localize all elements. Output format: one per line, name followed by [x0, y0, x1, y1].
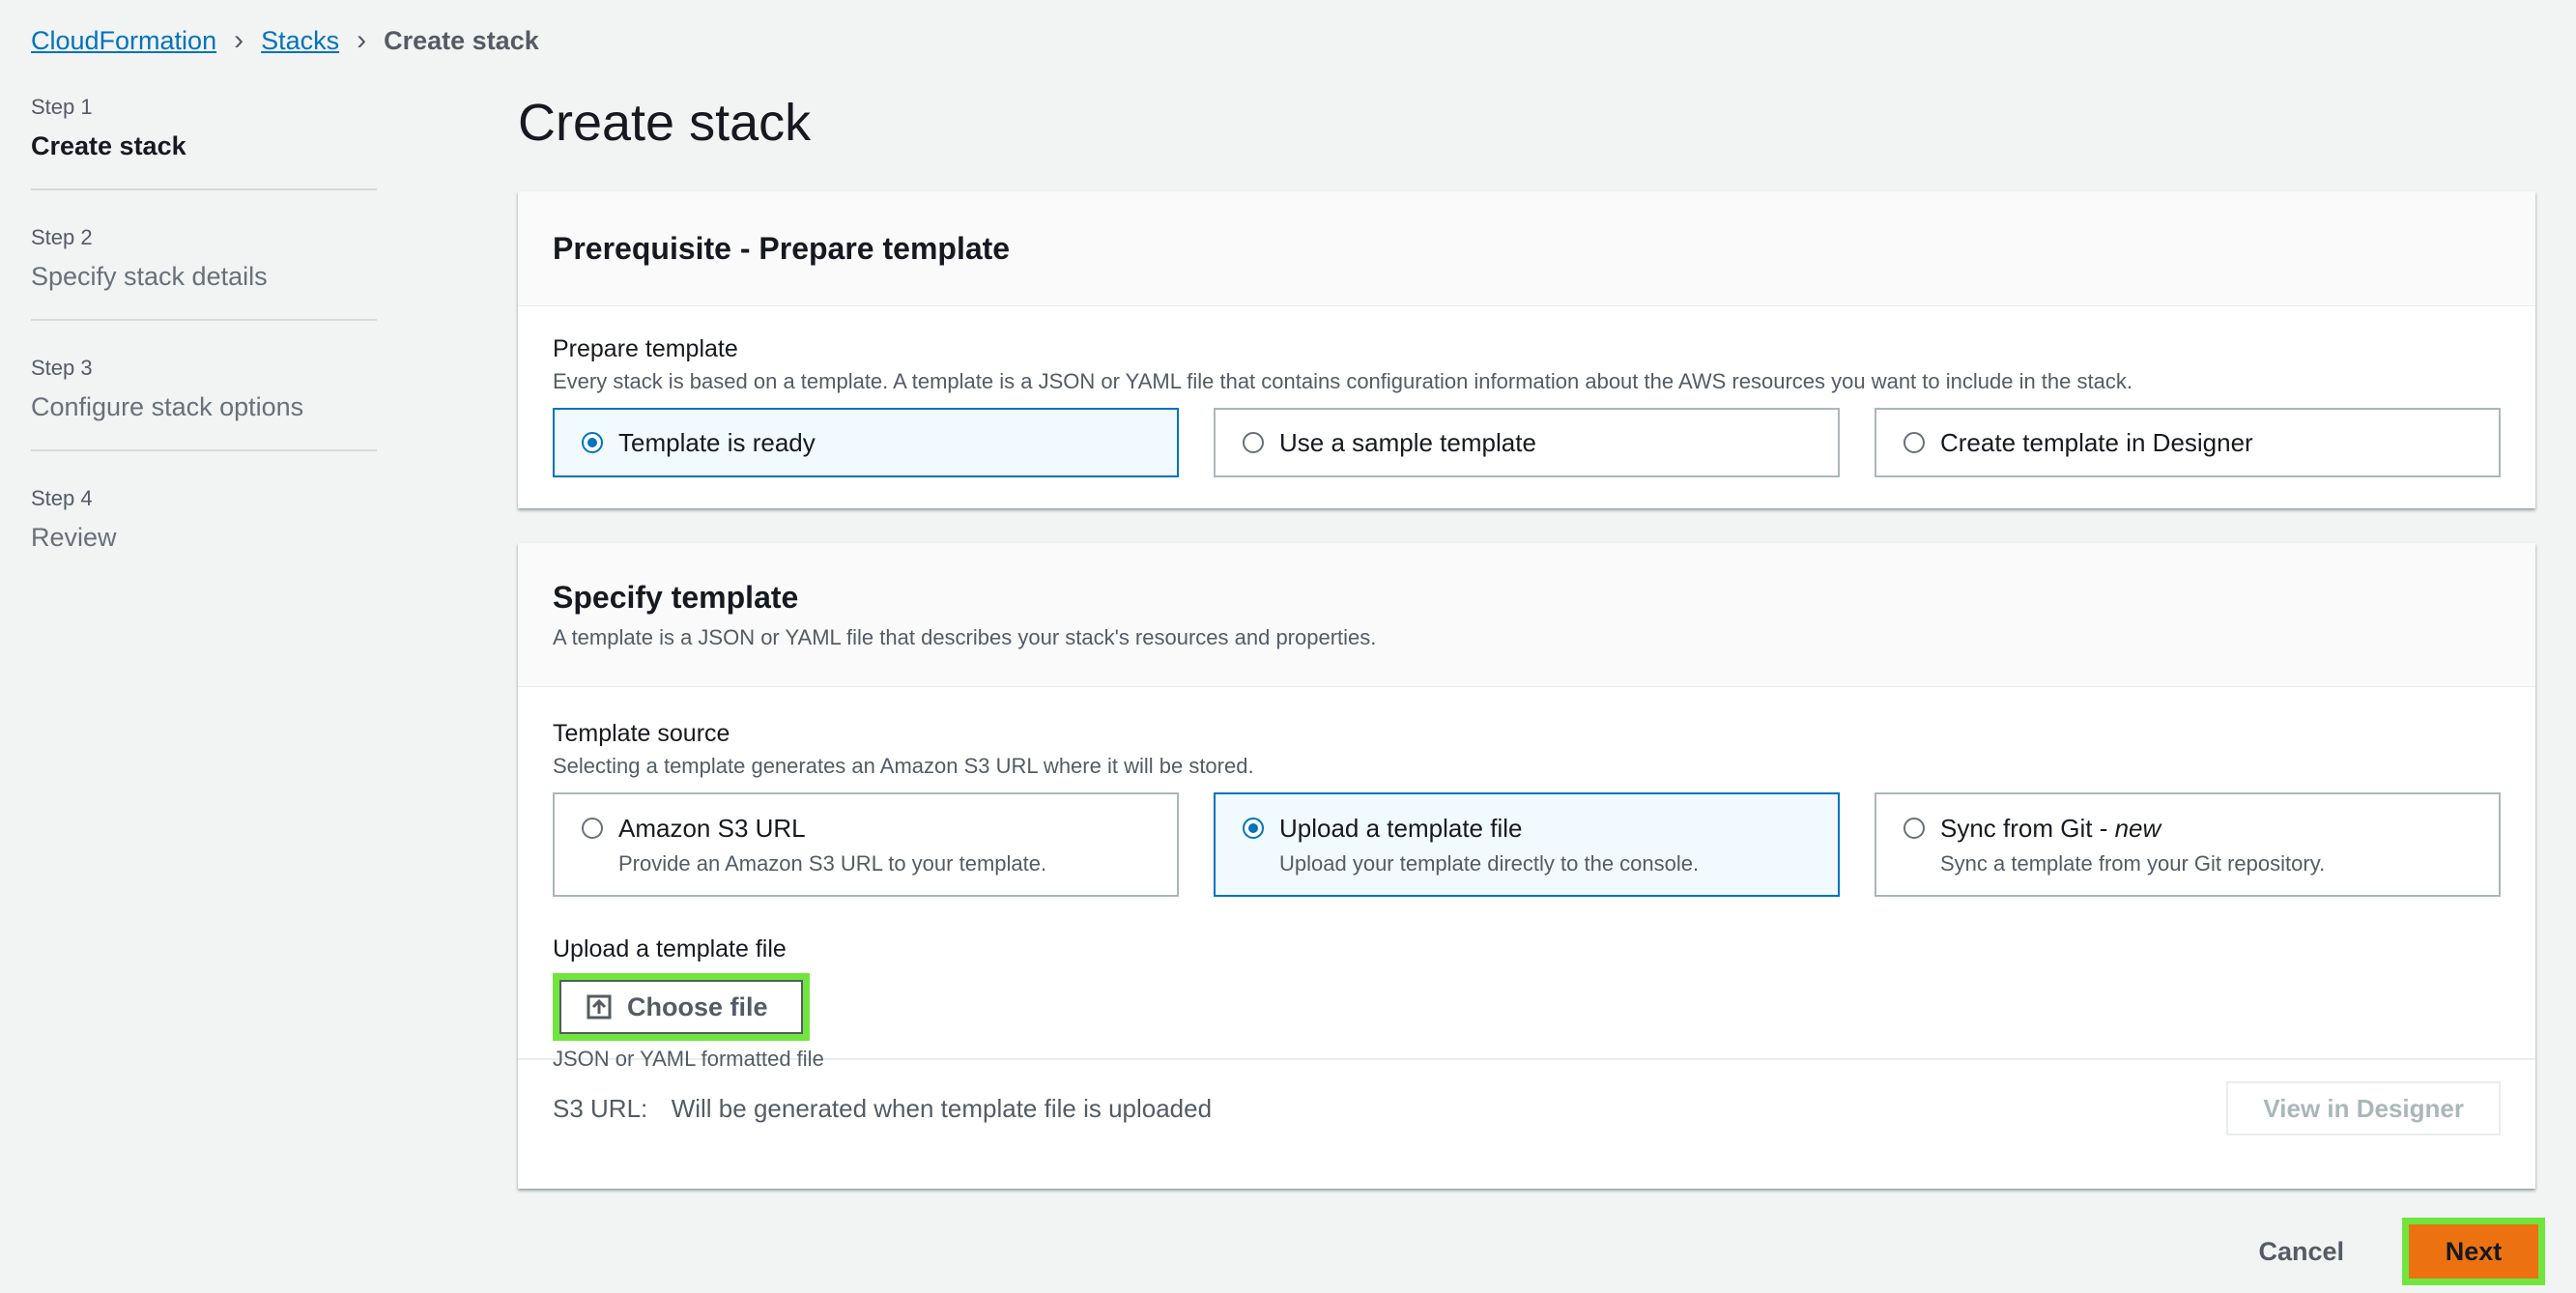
- option-create-in-designer[interactable]: Create template in Designer: [1875, 408, 2501, 477]
- wizard-footer: Cancel Next: [2235, 1218, 2545, 1285]
- option-label-text: Sync from Git -: [1940, 814, 2115, 843]
- step-number: Step 1: [31, 95, 93, 119]
- option-description: Provide an Amazon S3 URL to your templat…: [618, 851, 1047, 876]
- radio-selected-icon[interactable]: [1243, 818, 1264, 839]
- prerequisite-panel: Prerequisite - Prepare template Prepare …: [518, 191, 2535, 508]
- option-label: Upload a template file: [1279, 814, 1523, 843]
- option-upload-template-file[interactable]: Upload a template file Upload your templ…: [1214, 792, 1840, 897]
- panel-heading: Specify template: [553, 579, 799, 615]
- option-description: Sync a template from your Git repository…: [1940, 851, 2326, 876]
- step-number: Step 3: [31, 356, 93, 380]
- specify-template-panel: Specify template A template is a JSON or…: [518, 543, 2535, 1189]
- breadcrumb-cloudformation-link[interactable]: CloudFormation: [31, 26, 216, 56]
- panel-body: Template source Selecting a template gen…: [518, 687, 2535, 1071]
- choose-file-button[interactable]: Choose file: [559, 980, 803, 1034]
- page-title: Create stack: [518, 94, 812, 152]
- option-label: Template is ready: [618, 427, 816, 457]
- field-description: Selecting a template generates an Amazon…: [553, 754, 1254, 778]
- field-label: Template source: [553, 720, 730, 747]
- breadcrumb-current: Create stack: [384, 25, 539, 55]
- prepare-template-options: Template is ready Use a sample template …: [553, 408, 2501, 477]
- panel-description: A template is a JSON or YAML file that d…: [553, 624, 1377, 649]
- option-label: Create template in Designer: [1940, 427, 2253, 457]
- new-tag: new: [2114, 814, 2161, 843]
- view-in-designer-button[interactable]: View in Designer: [2226, 1081, 2501, 1135]
- step-3: Step 3 Configure stack options: [31, 356, 377, 451]
- step-title: Configure stack options: [31, 392, 304, 421]
- radio-icon[interactable]: [1903, 432, 1925, 453]
- step-number: Step 2: [31, 225, 93, 249]
- next-button-highlight: Next: [2402, 1218, 2545, 1285]
- option-label: Use a sample template: [1279, 427, 1536, 457]
- choose-file-highlight: Choose file: [553, 973, 810, 1041]
- upload-label: Upload a template file: [553, 935, 787, 963]
- panel-body: Prepare template Every stack is based on…: [518, 306, 2535, 477]
- step-2: Step 2 Specify stack details: [31, 225, 377, 321]
- chevron-right-icon: ›: [234, 24, 244, 56]
- field-description: Every stack is based on a template. A te…: [553, 369, 2132, 393]
- wizard-steps: Step 1 Create stack Step 2 Specify stack…: [31, 95, 377, 615]
- breadcrumb-stacks-link[interactable]: Stacks: [261, 26, 339, 56]
- step-4: Step 4 Review: [31, 486, 377, 580]
- breadcrumb: CloudFormation › Stacks › Create stack: [31, 23, 539, 58]
- chevron-right-icon: ›: [357, 24, 367, 56]
- radio-icon[interactable]: [1243, 432, 1264, 453]
- option-amazon-s3-url[interactable]: Amazon S3 URL Provide an Amazon S3 URL t…: [553, 792, 1179, 897]
- upload-icon: [587, 994, 612, 1020]
- s3-url-value: Will be generated when template file is …: [671, 1093, 1213, 1123]
- radio-icon[interactable]: [1903, 818, 1925, 839]
- option-template-is-ready[interactable]: Template is ready: [553, 408, 1179, 477]
- next-button[interactable]: Next: [2409, 1224, 2538, 1279]
- cancel-button[interactable]: Cancel: [2235, 1237, 2367, 1267]
- step-number: Step 4: [31, 486, 93, 510]
- option-use-sample-template[interactable]: Use a sample template: [1214, 408, 1840, 477]
- radio-icon[interactable]: [582, 818, 603, 839]
- radio-selected-icon[interactable]: [582, 432, 603, 453]
- field-label: Prepare template: [553, 335, 738, 362]
- panel-heading: Prerequisite - Prepare template: [553, 230, 1011, 266]
- option-label: Amazon S3 URL: [618, 814, 806, 843]
- choose-file-label: Choose file: [627, 991, 768, 1021]
- step-title: Review: [31, 523, 117, 552]
- step-title: Create stack: [31, 131, 186, 160]
- template-source-options: Amazon S3 URL Provide an Amazon S3 URL t…: [553, 792, 2501, 897]
- panel-header: Prerequisite - Prepare template: [518, 191, 2535, 306]
- s3-url-label: S3 URL:: [553, 1093, 648, 1123]
- step-title: Specify stack details: [31, 262, 268, 291]
- option-sync-from-git[interactable]: Sync from Git - new Sync a template from…: [1875, 792, 2501, 897]
- option-label: Sync from Git - new: [1940, 814, 2325, 844]
- panel-header: Specify template A template is a JSON or…: [518, 543, 2535, 687]
- s3-url-row: S3 URL: Will be generated when template …: [518, 1058, 2535, 1157]
- option-description: Upload your template directly to the con…: [1279, 851, 1700, 876]
- step-1: Step 1 Create stack: [31, 95, 377, 190]
